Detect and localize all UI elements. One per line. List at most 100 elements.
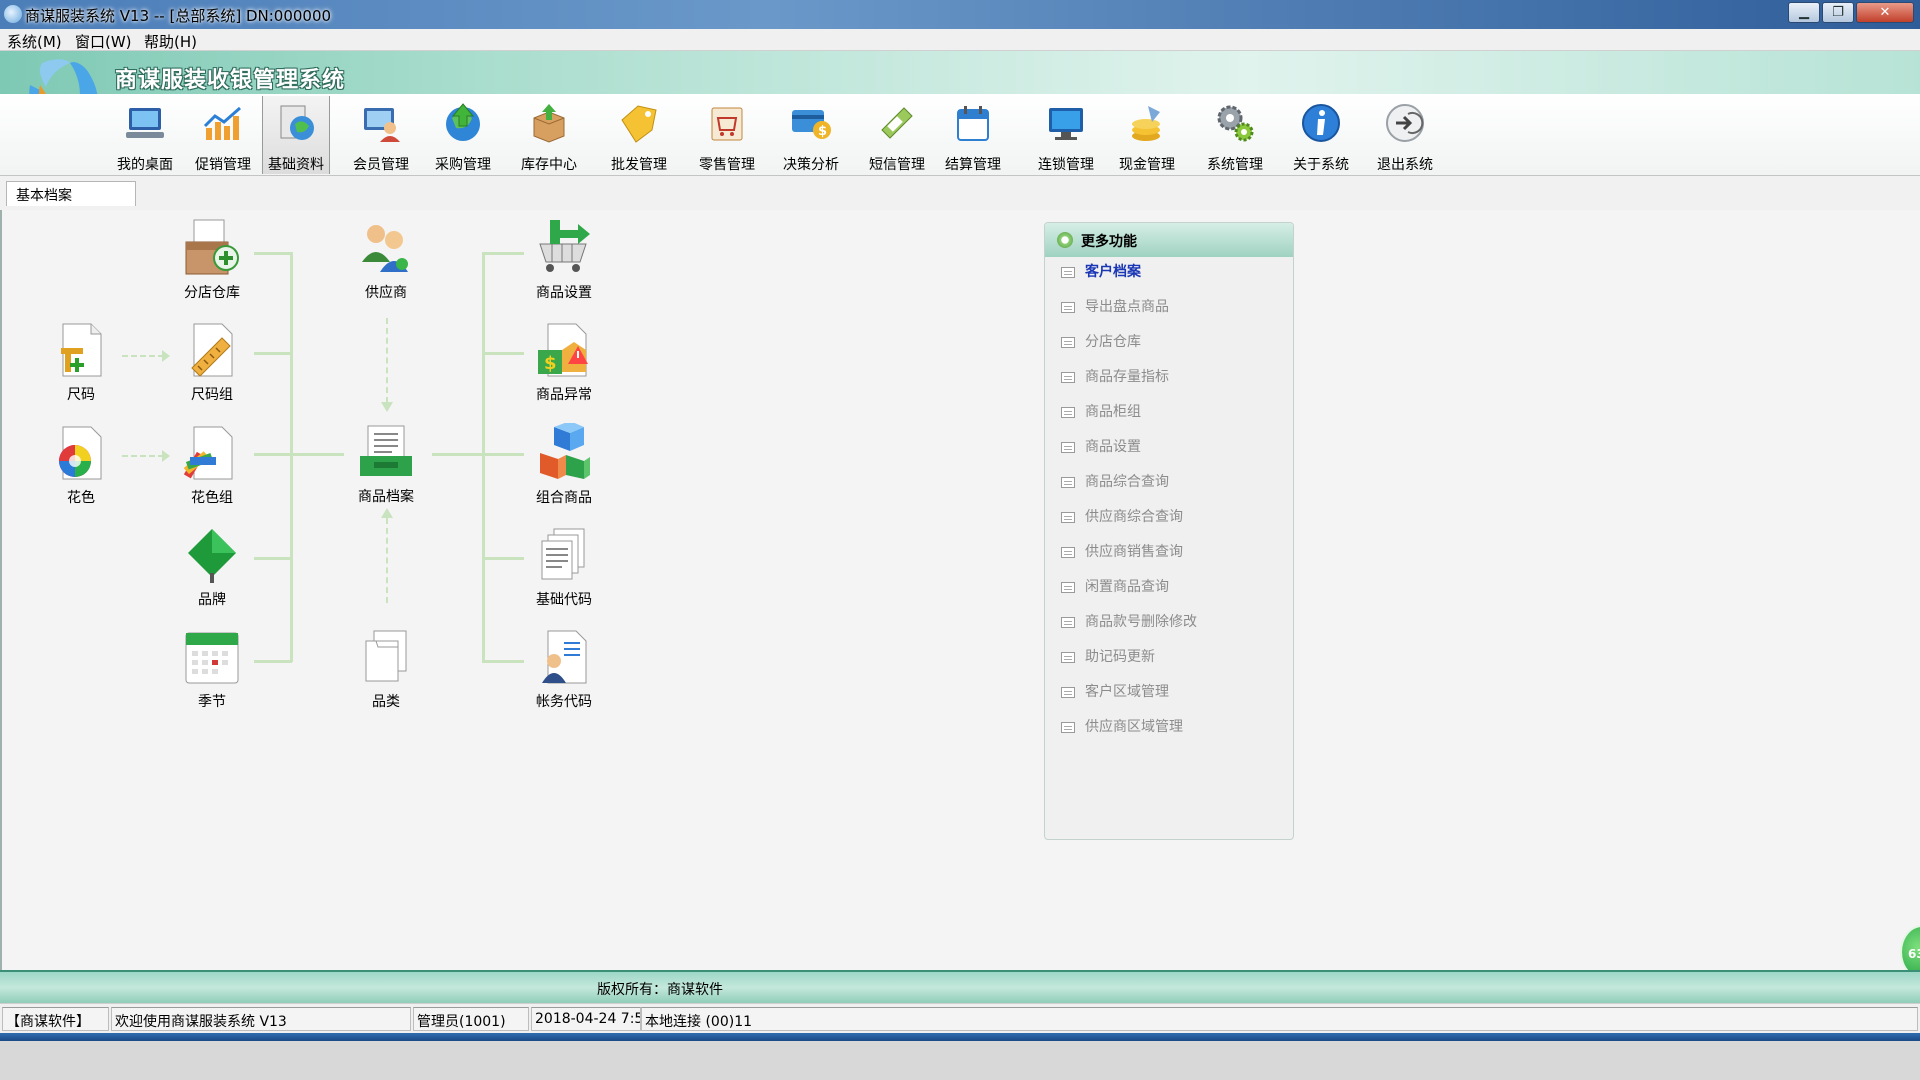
module-size[interactable]: 尺码 xyxy=(31,320,131,404)
app-title: 商谋服装收银管理系统 xyxy=(115,68,346,93)
more-item-label: 商品柜组 xyxy=(1085,404,1141,420)
toolbar-label: 结算管理 xyxy=(945,157,1001,173)
status-connection: 本地连接 (00)11 xyxy=(641,1007,1918,1031)
toolbar-member-button[interactable]: 会员管理 xyxy=(350,96,412,174)
tab-basic-archive[interactable]: 基本档案 xyxy=(6,181,136,206)
list-bullet-icon xyxy=(1061,337,1075,348)
module-product-exception[interactable]: $ 商品异常 xyxy=(514,320,614,404)
stacked-documents-icon xyxy=(541,528,585,580)
module-color-group[interactable]: 花色组 xyxy=(162,423,262,507)
toolbar-exit-button[interactable]: 退出系统 xyxy=(1374,96,1436,174)
more-item-label: 供应商综合查询 xyxy=(1085,509,1183,525)
module-base-code[interactable]: 基础代码 xyxy=(514,525,614,609)
more-item-supplier-sales-query[interactable]: 供应商销售查询 xyxy=(1061,541,1183,563)
toolbar-basic-data-button[interactable]: 基础资料 xyxy=(262,96,330,174)
footer-bar: 版权所有：商谋软件 xyxy=(0,970,1920,1003)
module-brand[interactable]: 品牌 xyxy=(162,525,262,609)
more-item-stock-indicator[interactable]: 商品存量指标 xyxy=(1061,366,1169,388)
supplier-people-icon xyxy=(362,225,408,272)
toolbar-label: 我的桌面 xyxy=(117,157,173,173)
list-bullet-icon xyxy=(1061,372,1075,383)
toolbar-label: 退出系统 xyxy=(1377,157,1433,173)
module-size-group[interactable]: 尺码组 xyxy=(162,320,262,404)
maximize-button[interactable]: ❐ xyxy=(1822,2,1854,23)
more-item-supplier-region[interactable]: 供应商区域管理 xyxy=(1061,716,1183,738)
module-label: 尺码 xyxy=(67,387,95,403)
menu-system[interactable]: 系统(M) xyxy=(7,31,62,52)
module-season[interactable]: 季节 xyxy=(162,627,262,711)
toolbar-chain-button[interactable]: 连锁管理 xyxy=(1035,96,1097,174)
toolbar-about-button[interactable]: 关于系统 xyxy=(1290,96,1352,174)
more-item-product-settings[interactable]: 商品设置 xyxy=(1061,436,1141,458)
module-color[interactable]: 花色 xyxy=(31,423,131,507)
list-bullet-icon xyxy=(1061,477,1075,488)
module-branch-warehouse[interactable]: 分店仓库 xyxy=(162,218,262,302)
toolbar-purchase-button[interactable]: 采购管理 xyxy=(432,96,494,174)
sms-icon xyxy=(881,107,913,139)
connector-line xyxy=(432,453,484,456)
toolbar-label: 库存中心 xyxy=(521,157,577,173)
toolbar-label: 现金管理 xyxy=(1119,157,1175,173)
module-supplier[interactable]: 供应商 xyxy=(336,218,436,302)
bottom-strip xyxy=(0,1041,1920,1080)
toolbar-wholesale-button[interactable]: 批发管理 xyxy=(608,96,670,174)
minimize-button[interactable]: ▁ xyxy=(1788,2,1820,23)
connector-line xyxy=(290,252,293,662)
toolbar-decision-button[interactable]: $ 决策分析 xyxy=(780,96,842,174)
toolbar-label: 会员管理 xyxy=(353,157,409,173)
more-item-label: 客户区域管理 xyxy=(1085,684,1169,700)
module-label: 品牌 xyxy=(198,592,226,608)
desktop-icon xyxy=(126,108,164,138)
toolbar-my-desktop-button[interactable]: 我的桌面 xyxy=(114,96,176,174)
toolbar-system-button[interactable]: 系统管理 xyxy=(1204,96,1266,174)
module-label: 供应商 xyxy=(365,285,407,301)
list-bullet-icon xyxy=(1061,617,1075,628)
connector-line xyxy=(254,453,344,456)
toolbar-cash-button[interactable]: 现金管理 xyxy=(1116,96,1178,174)
more-item-export-stocktake[interactable]: 导出盘点商品 xyxy=(1061,296,1169,318)
module-label: 尺码组 xyxy=(191,387,233,403)
module-combo-product[interactable]: 组合商品 xyxy=(514,421,614,507)
toolbar-settlement-button[interactable]: 结算管理 xyxy=(942,96,1004,174)
more-item-product-counter[interactable]: 商品柜组 xyxy=(1061,401,1141,423)
ruler-document-icon xyxy=(191,323,233,377)
close-button[interactable]: ✕ xyxy=(1856,2,1914,23)
module-product-file[interactable]: 商品档案 xyxy=(336,422,436,506)
more-item-supplier-query[interactable]: 供应商综合查询 xyxy=(1061,506,1183,528)
tab-strip: 基本档案 xyxy=(0,176,1920,210)
account-person-document-icon xyxy=(542,630,587,684)
more-item-label: 闲置商品查询 xyxy=(1085,579,1169,595)
main-toolbar: 我的桌面 促销管理 基础资料 会员管理 采购管理 库存中心 批发管理 零售管理 … xyxy=(0,94,1920,176)
toolbar-inventory-button[interactable]: 库存中心 xyxy=(518,96,580,174)
module-product-settings[interactable]: 商品设置 xyxy=(514,218,614,302)
list-bullet-icon xyxy=(1061,302,1075,313)
toolbar-sms-button[interactable]: 短信管理 xyxy=(866,96,928,174)
more-item-customer-region[interactable]: 客户区域管理 xyxy=(1061,681,1169,703)
wholesale-tag-icon xyxy=(621,105,657,143)
product-file-tray-icon xyxy=(360,425,412,476)
toolbar-label: 零售管理 xyxy=(699,157,755,173)
cash-icon xyxy=(1132,106,1160,141)
more-item-mnemonic-update[interactable]: 助记码更新 xyxy=(1061,646,1155,668)
toolbar-retail-button[interactable]: 零售管理 xyxy=(696,96,758,174)
color-wheel-icon xyxy=(59,426,102,480)
menu-window[interactable]: 窗口(W) xyxy=(75,31,132,52)
brand-diamond-icon xyxy=(188,529,236,583)
more-item-product-query[interactable]: 商品综合查询 xyxy=(1061,471,1169,493)
more-item-idle-product-query[interactable]: 闲置商品查询 xyxy=(1061,576,1169,598)
toolbar-promotion-button[interactable]: 促销管理 xyxy=(192,96,254,174)
taskbar-strip xyxy=(0,1033,1920,1041)
module-label: 帐务代码 xyxy=(536,694,592,710)
list-bullet-icon xyxy=(1061,582,1075,593)
more-item-customer-file[interactable]: 客户档案 xyxy=(1061,261,1141,283)
module-label: 组合商品 xyxy=(536,490,592,506)
more-item-style-number-edit[interactable]: 商品款号删除修改 xyxy=(1061,611,1197,633)
toolbar-label: 关于系统 xyxy=(1293,157,1349,173)
module-label: 花色 xyxy=(67,490,95,506)
module-account-code[interactable]: 帐务代码 xyxy=(514,627,614,711)
module-category[interactable]: 品类 xyxy=(336,627,436,711)
more-item-branch-warehouse[interactable]: 分店仓库 xyxy=(1061,331,1141,353)
menu-help[interactable]: 帮助(H) xyxy=(144,31,197,52)
toolbar-label: 促销管理 xyxy=(195,157,251,173)
size-document-icon xyxy=(61,323,102,377)
